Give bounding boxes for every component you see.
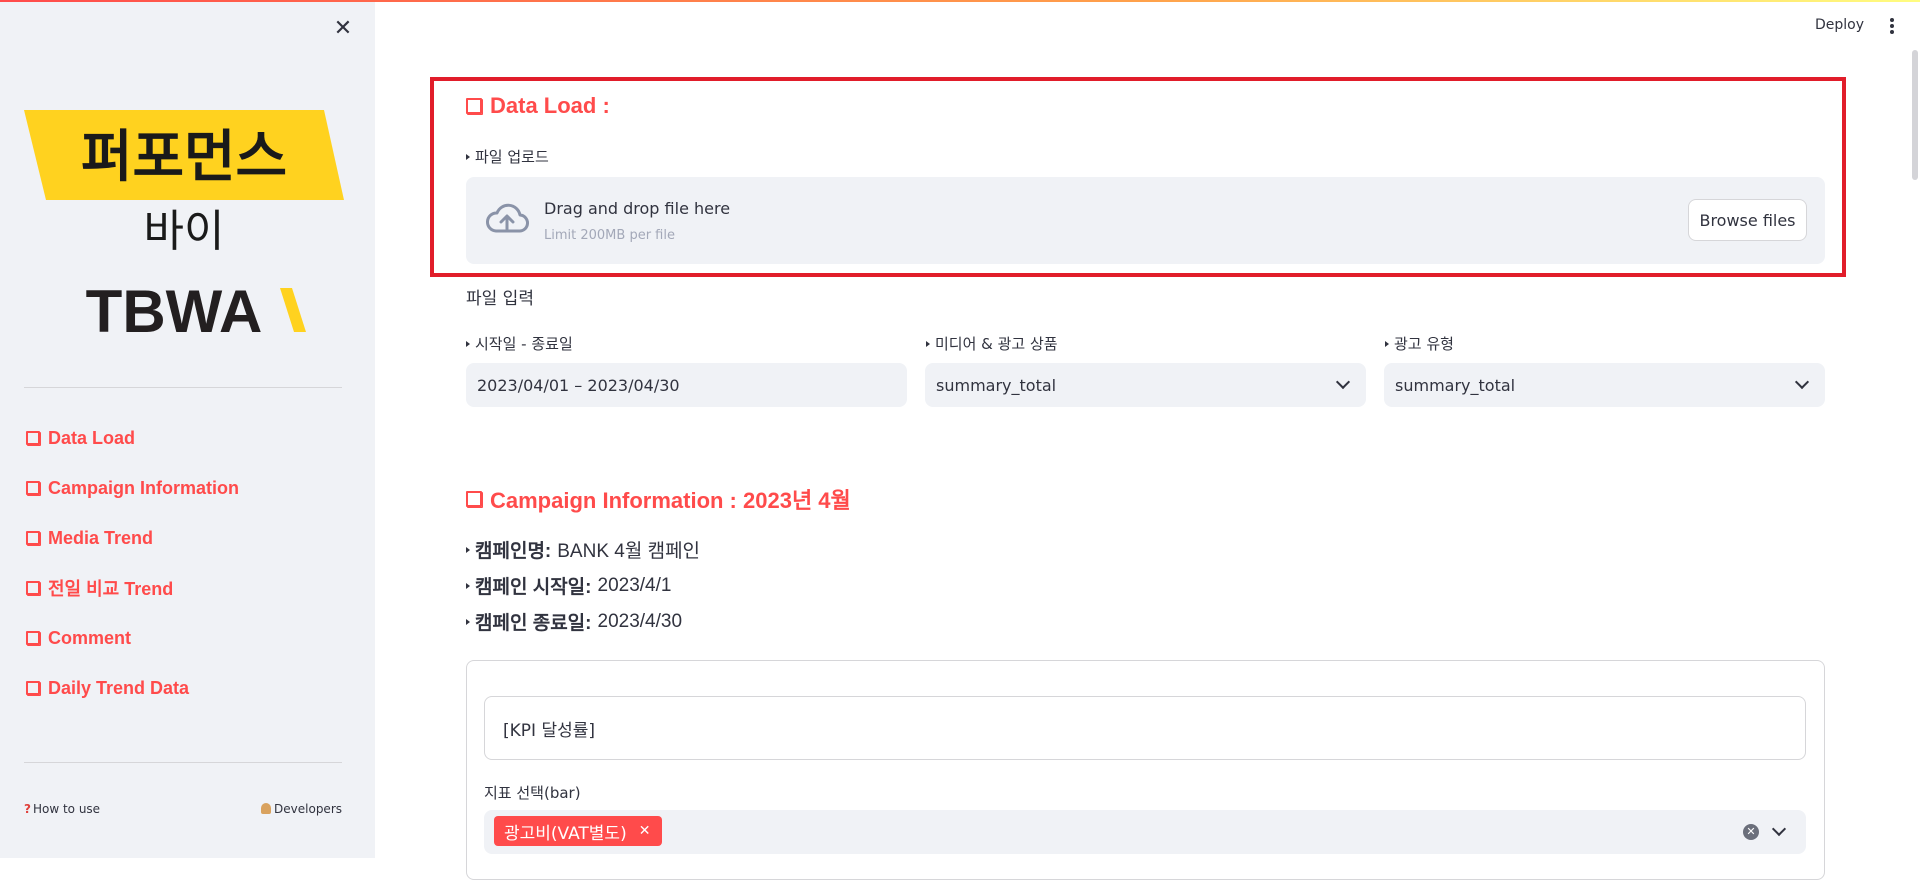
chevron-down-icon	[1794, 374, 1810, 390]
ad-type-value: summary_total	[1395, 375, 1516, 395]
browse-files-button[interactable]: Browse files	[1688, 199, 1807, 241]
close-sidebar-icon[interactable]: ✕	[331, 17, 355, 41]
data-load-title-text: Data Load :	[490, 93, 610, 118]
bullet-icon	[466, 582, 470, 589]
date-range-label: 시작일 - 종료일	[466, 333, 573, 354]
square-icon	[466, 98, 482, 114]
campaign-start-value: 2023/4/1	[597, 574, 672, 596]
logo-slash	[280, 288, 306, 332]
campaign-start-key: 캠페인 시작일:	[475, 577, 592, 598]
sidebar-item-data-load[interactable]: Data Load	[26, 426, 239, 450]
square-icon	[26, 631, 40, 645]
file-input-label: 파일 입력	[466, 289, 534, 309]
sidebar-item-daily-compare-trend[interactable]: 전일 비교 Trend	[26, 576, 239, 600]
sidebar-footer: ? How to use Developers	[24, 802, 342, 816]
media-product-label: 미디어 & 광고 상품	[926, 333, 1058, 354]
campaign-title-text: Campaign Information : 2023년 4월	[490, 488, 851, 513]
sidebar-item-label: Daily Trend Data	[48, 677, 190, 698]
sidebar: ✕ 퍼포먼스 바이 TBWA Data Load Campaign Inform…	[0, 2, 375, 858]
campaign-name-value: BANK 4월 캠페인	[557, 541, 701, 562]
campaign-start-line: 캠페인 시작일: 2023/4/1	[466, 572, 671, 599]
dropzone-limit: Limit 200MB per file	[544, 228, 675, 243]
scrollbar-thumb[interactable]	[1912, 50, 1918, 180]
metric-multiselect[interactable]: 광고비(VAT별도) ✕ ✕	[484, 810, 1806, 854]
person-icon	[261, 803, 272, 814]
campaign-name-key: 캠페인명:	[475, 541, 552, 562]
logo-line1: 퍼포먼스	[81, 125, 287, 190]
kpi-header-text: [KPI 달성률]	[503, 720, 596, 741]
remove-tag-icon[interactable]: ✕	[639, 823, 651, 839]
selected-metric-tag[interactable]: 광고비(VAT별도) ✕	[494, 816, 663, 846]
file-dropzone[interactable]: Drag and drop file here Limit 200MB per …	[466, 177, 1825, 264]
bullet-icon	[466, 340, 470, 347]
sidebar-divider	[24, 762, 342, 763]
metric-select-label: 지표 선택(bar)	[484, 784, 581, 802]
sidebar-item-daily-trend-data[interactable]: Daily Trend Data	[26, 676, 239, 700]
question-icon: ?	[24, 802, 31, 816]
brand-logo: 퍼포먼스 바이 TBWA	[24, 110, 344, 340]
sidebar-nav: Data Load Campaign Information Media Tre…	[26, 426, 239, 726]
square-icon	[26, 531, 40, 545]
sidebar-item-comment[interactable]: Comment	[26, 626, 239, 650]
clear-all-icon[interactable]: ✕	[1743, 824, 1759, 840]
sidebar-item-label: Campaign Information	[48, 477, 240, 498]
dropzone-title: Drag and drop file here	[544, 199, 731, 218]
data-load-title: Data Load :	[466, 93, 610, 119]
campaign-name-line: 캠페인명: BANK 4월 캠페인	[466, 536, 700, 563]
square-icon	[466, 491, 482, 507]
square-icon	[26, 581, 40, 595]
ad-type-select[interactable]: summary_total	[1384, 363, 1825, 407]
upload-label-text: 파일 업로드	[475, 148, 549, 166]
kpi-header-box: [KPI 달성률]	[484, 696, 1806, 760]
date-range-label-text: 시작일 - 종료일	[475, 335, 573, 353]
logo-line3: TBWA	[86, 278, 263, 340]
upload-label: 파일 업로드	[466, 146, 549, 167]
developers-link[interactable]: Developers	[261, 802, 342, 816]
media-product-value: summary_total	[936, 375, 1057, 395]
campaign-end-key: 캠페인 종료일:	[475, 613, 592, 634]
sidebar-item-label: Data Load	[48, 427, 136, 448]
how-to-use-link[interactable]: ? How to use	[24, 802, 100, 816]
ad-type-label: 광고 유형	[1385, 333, 1454, 354]
cloud-upload-icon	[486, 203, 529, 233]
square-icon	[26, 481, 40, 495]
sidebar-item-campaign-information[interactable]: Campaign Information	[26, 476, 239, 500]
date-range-value: 2023/04/01 – 2023/04/30	[477, 375, 680, 395]
logo-line2: 바이	[144, 206, 225, 257]
media-product-select[interactable]: summary_total	[925, 363, 1366, 407]
sidebar-item-media-trend[interactable]: Media Trend	[26, 526, 239, 550]
bullet-icon	[1385, 340, 1389, 347]
developers-label: Developers	[274, 802, 342, 816]
bullet-icon	[466, 153, 470, 160]
square-icon	[26, 431, 40, 445]
bullet-icon	[466, 618, 470, 625]
ad-type-label-text: 광고 유형	[1394, 335, 1454, 353]
bullet-icon	[926, 340, 930, 347]
sidebar-divider	[24, 387, 342, 388]
deploy-button[interactable]: Deploy	[1815, 17, 1864, 33]
main-menu-icon[interactable]	[1890, 18, 1896, 36]
square-icon	[26, 681, 40, 695]
media-product-label-text: 미디어 & 광고 상품	[935, 335, 1058, 353]
campaign-end-value: 2023/4/30	[597, 610, 683, 632]
bullet-icon	[466, 546, 470, 553]
campaign-end-line: 캠페인 종료일: 2023/4/30	[466, 608, 682, 635]
how-to-use-label: How to use	[32, 802, 101, 816]
sidebar-item-label: Media Trend	[48, 527, 154, 548]
chevron-down-icon	[1335, 374, 1351, 390]
chevron-down-icon[interactable]	[1771, 821, 1787, 837]
sidebar-item-label: Comment	[48, 627, 132, 648]
sidebar-item-label: 전일 비교 Trend	[48, 579, 174, 599]
selected-metric-label: 광고비(VAT별도)	[504, 823, 627, 844]
date-range-input[interactable]: 2023/04/01 – 2023/04/30	[466, 363, 907, 407]
campaign-title: Campaign Information : 2023년 4월	[466, 483, 851, 515]
